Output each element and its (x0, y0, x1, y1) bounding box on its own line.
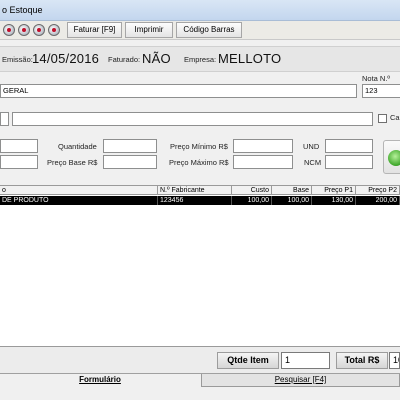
cell-preco-p2: 200,00 (356, 196, 400, 205)
total-field: 10 (389, 352, 400, 369)
grid-header-custo[interactable]: Custo (232, 186, 272, 195)
produto-descricao-field[interactable] (12, 112, 373, 126)
nota-field[interactable]: 123 (362, 84, 400, 98)
grid-header-preco-p1[interactable]: Preço P1 (312, 186, 356, 195)
empresa-label: Empresa: (184, 55, 217, 64)
preco-maximo-label: Preço Máximo R$ (169, 158, 229, 167)
confirm-icon (388, 150, 400, 166)
emissao-label: Emissão: (2, 55, 33, 64)
preco-base-label: Preço Base R$ (47, 158, 98, 167)
cell-fabricante: 123456 (158, 196, 232, 205)
faturado-label: Faturado: (108, 55, 141, 64)
grid-header-fabricante[interactable]: N.º Fabricante (158, 186, 232, 195)
produto-codigo-field[interactable] (0, 112, 9, 126)
faturado-value: NÃO (142, 51, 171, 66)
tab-pesquisar[interactable]: Pesquisar [F4] (201, 374, 400, 387)
preco-minimo-label: Preço Mínimo R$ (170, 142, 228, 151)
grid-header-descricao[interactable]: o (0, 186, 158, 195)
total-label: Total R$ (336, 352, 388, 369)
add-item-button[interactable] (383, 140, 400, 174)
tab-formulario[interactable]: Formulário (0, 374, 200, 387)
nota-label: Nota N.º (362, 74, 391, 83)
record-first-icon[interactable] (3, 24, 15, 36)
record-last-icon[interactable] (48, 24, 60, 36)
record-next-icon[interactable] (33, 24, 45, 36)
und-field[interactable] (325, 139, 373, 153)
ncm-label: NCM (304, 158, 322, 167)
empresa-value: MELLOTO (218, 51, 282, 66)
field-left-1[interactable] (0, 139, 38, 153)
quantidade-label: Quantidade (58, 142, 97, 151)
qtde-item-label: Qtde Item (217, 352, 279, 369)
preco-base-field[interactable] (103, 155, 157, 169)
ncm-field[interactable] (325, 155, 373, 169)
descricao-field[interactable]: GERAL (0, 84, 357, 98)
faturar-button[interactable]: Faturar [F9] (67, 22, 122, 38)
window-title: o Estoque (2, 5, 43, 15)
cell-base: 100,00 (272, 196, 312, 205)
emissao-value: 14/05/2016 (32, 51, 100, 66)
cell-preco-p1: 130,00 (312, 196, 356, 205)
title-bar (0, 0, 400, 21)
grid-header-preco-p2[interactable]: Preço P2 (356, 186, 400, 195)
ca-checkbox[interactable] (378, 114, 387, 123)
preco-minimo-field[interactable] (233, 139, 293, 153)
cell-descricao: DE PRODUTO (0, 196, 158, 205)
record-prev-icon[interactable] (18, 24, 30, 36)
preco-maximo-field[interactable] (233, 155, 293, 169)
und-label: UND (303, 142, 320, 151)
grid-header-base[interactable]: Base (272, 186, 312, 195)
quantidade-field[interactable] (103, 139, 157, 153)
codigo-barras-button[interactable]: Código Barras (176, 22, 242, 38)
ca-checkbox-label: Ca (390, 113, 400, 122)
field-left-2[interactable] (0, 155, 38, 169)
items-grid[interactable] (0, 185, 400, 347)
qtde-item-field: 1 (281, 352, 330, 369)
imprimir-button[interactable]: Imprimir (125, 22, 173, 38)
cell-custo: 100,00 (232, 196, 272, 205)
